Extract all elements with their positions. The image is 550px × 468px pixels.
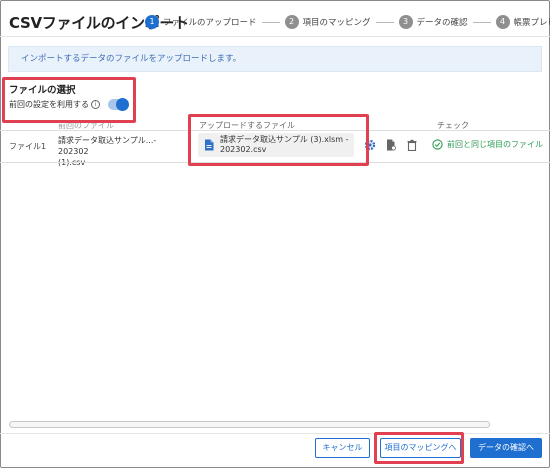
step-label-preview: 帳票プレビュー [513, 18, 550, 28]
toggle-knob [116, 98, 129, 111]
step-upload: 1 ファイルのアップロード [145, 15, 257, 29]
header-divider [0, 36, 550, 37]
upload-file-name-line1: 請求データ取込サンプル (3).xlsm - [220, 135, 349, 144]
settings-icon[interactable] [364, 139, 376, 151]
info-icon[interactable]: i [91, 100, 100, 109]
section-title: ファイルの選択 [9, 85, 76, 96]
reuse-settings-toggle[interactable] [108, 98, 129, 111]
table-header-divider [0, 130, 550, 131]
table-row-divider [0, 162, 550, 163]
step-preview: 4 帳票プレビュー [495, 15, 550, 29]
step-mapping: 2 項目のマッピング [284, 15, 371, 29]
step-label-confirm: データの確認 [416, 18, 468, 28]
upload-file-name: 請求データ取込サンプル (3).xlsm - 202302.csv [220, 135, 349, 155]
file-replace-icon[interactable] [385, 139, 397, 151]
step-connector [261, 21, 280, 23]
reuse-settings-row: 前回の設定を利用する i [9, 98, 129, 111]
stepper: 1 ファイルのアップロード 2 項目のマッピング 3 データの確認 4 帳票プレ… [145, 13, 550, 31]
document-icon [205, 139, 214, 151]
horizontal-scrollbar[interactable] [9, 421, 490, 428]
step-connector [375, 21, 394, 23]
confirm-data-button[interactable]: データの確認へ [470, 438, 542, 458]
check-circle-icon [432, 139, 443, 150]
step-label-upload: ファイルのアップロード [163, 18, 257, 28]
file-check-status: 前回と同じ項目のファイル [432, 139, 543, 150]
file-row-label: ファイル1 [9, 142, 47, 151]
upload-file-name-line2: 202302.csv [220, 145, 267, 154]
previous-file-name: 請求データ取込サンプル...- 202302 (1).csv [58, 135, 183, 168]
info-banner: インポートするデータのファイルをアップロードします。 [8, 46, 542, 72]
step-number-4: 4 [495, 15, 510, 29]
step-connector [472, 21, 491, 23]
step-number-2: 2 [284, 15, 299, 29]
reuse-settings-label: 前回の設定を利用する [9, 100, 89, 109]
step-label-mapping: 項目のマッピング [302, 18, 371, 28]
trash-icon[interactable] [406, 139, 418, 151]
step-number-1: 1 [145, 15, 159, 29]
footer-divider [0, 433, 550, 434]
step-number-3: 3 [398, 15, 413, 29]
cancel-button[interactable]: キャンセル [315, 438, 370, 458]
mapping-next-button[interactable]: 項目のマッピングへ [380, 438, 461, 458]
previous-file-name-line1: 請求データ取込サンプル...- 202302 [58, 136, 157, 156]
step-confirm: 3 データの確認 [398, 15, 468, 29]
upload-file-chip[interactable]: 請求データ取込サンプル (3).xlsm - 202302.csv [198, 133, 354, 157]
check-status-text: 前回と同じ項目のファイル [447, 140, 543, 149]
